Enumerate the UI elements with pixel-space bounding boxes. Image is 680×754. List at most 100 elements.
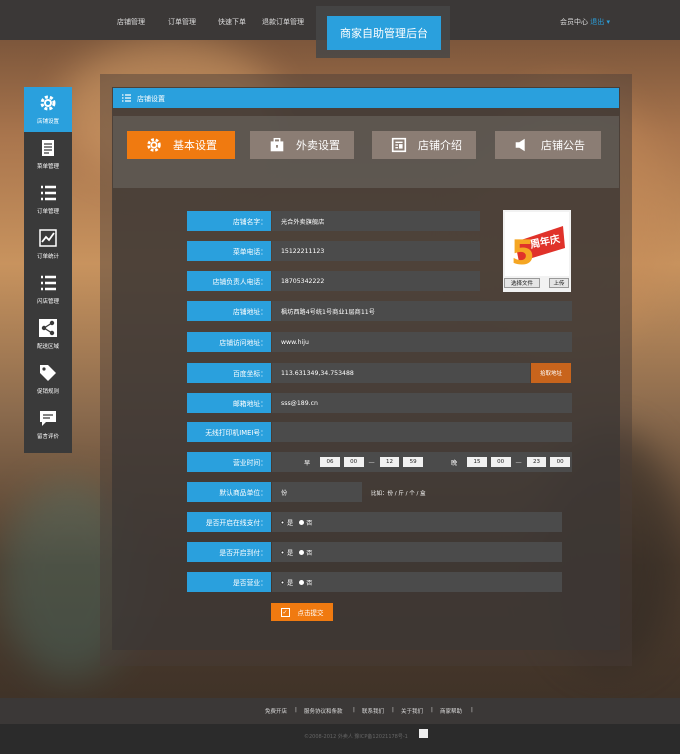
morning-end-hour[interactable]: 12 [379, 457, 400, 467]
url-input[interactable]: www.hiju [272, 332, 572, 352]
open-options: 是 否 [272, 572, 562, 592]
list-icon [122, 94, 131, 102]
radio-label: 是 [287, 519, 294, 527]
footer-link-contact[interactable]: 联系我们 [362, 707, 384, 715]
tab-label: 基本设置 [173, 139, 217, 152]
label-email: 邮箱地址： [187, 393, 271, 413]
label-manager-phone: 店铺负责人电话： [187, 271, 271, 291]
footer-link-open-store[interactable]: 免费开店 [265, 707, 287, 715]
sidebar-item-menu[interactable]: 菜单管理 [24, 132, 72, 177]
list-icon [41, 185, 56, 201]
certificate-icon[interactable] [419, 729, 428, 738]
store-name-input[interactable]: 光合外卖旗舰店 [272, 211, 480, 231]
chevron-down-icon[interactable]: ▾ [606, 18, 610, 26]
sidebar-item-label: 留言评价 [36, 434, 59, 440]
morning-start-minute[interactable]: 00 [343, 457, 364, 467]
footer-divider: | [295, 707, 297, 713]
radio-dot [299, 519, 305, 525]
sidebar-item-order-stats[interactable]: 订单统计 [24, 222, 72, 267]
footer-divider: | [353, 707, 355, 713]
tab-delivery-settings[interactable]: 外卖设置 [250, 131, 354, 159]
member-center[interactable]: 会员中心 退出 ▾ [560, 17, 610, 27]
nav-order-manage[interactable]: 订单管理 [168, 17, 196, 27]
radio-dot [280, 519, 285, 525]
sidebar-item-flash-store[interactable]: 闪店管理 [24, 267, 72, 312]
document-icon [42, 140, 54, 156]
choose-file-button[interactable]: 选择文件 [504, 278, 540, 288]
phone-input[interactable]: 15122211123 [272, 241, 480, 261]
sidebar-item-label: 配送区域 [36, 344, 59, 350]
open-yes-radio[interactable]: 是 [280, 578, 293, 587]
sidebar-item-orders[interactable]: 订单管理 [24, 177, 72, 222]
label-coords: 百度坐标： [187, 363, 271, 383]
footer-link-about[interactable]: 关于我们 [401, 707, 423, 715]
unit-input[interactable]: 份 [272, 482, 362, 502]
manager-phone-input[interactable]: 18705342222 [272, 271, 480, 291]
address-input[interactable]: 枫坊西路4号统1号商业1层商11号 [272, 301, 572, 321]
copyright-text: ©2008-2012 外卖人 豫ICP备12021178号-1 [304, 734, 408, 740]
footer-link-terms[interactable]: 服务协议和条款 [304, 707, 343, 715]
morning-end-minute[interactable]: 59 [403, 457, 423, 467]
morning-label: 早 [304, 459, 311, 467]
radio-label: 否 [306, 579, 313, 587]
member-center-label[interactable]: 会员中心 [560, 18, 588, 26]
evening-start-hour[interactable]: 15 [467, 457, 487, 467]
tab-label: 外卖设置 [296, 139, 340, 152]
sidebar-item-label: 订单统计 [36, 254, 59, 260]
tab-basic-settings[interactable]: 基本设置 [127, 131, 235, 159]
tab-store-notice[interactable]: 店铺公告 [495, 131, 601, 159]
nav-store-manage[interactable]: 店铺管理 [117, 17, 145, 27]
evening-end-minute[interactable]: 00 [550, 457, 570, 467]
sidebar-item-label: 菜单管理 [36, 164, 59, 170]
submit-button[interactable]: ✓ 点击提交 [271, 603, 333, 621]
sidebar-item-delivery-area[interactable]: 配送区域 [24, 312, 72, 357]
unit-hint: 比如：份 / 斤 / 个 / 盒 [371, 491, 426, 497]
list-icon [41, 275, 56, 291]
tab-label: 店铺介绍 [418, 139, 462, 152]
radio-dot [280, 549, 285, 555]
tab-store-intro[interactable]: 店铺介绍 [372, 131, 476, 159]
time-separator: — [515, 458, 522, 466]
gear-icon [40, 95, 56, 111]
cod-no-radio[interactable]: 否 [299, 548, 312, 557]
line-chart-icon [39, 229, 57, 247]
logout-link[interactable]: 退出 [590, 18, 604, 26]
radio-dot [299, 579, 305, 585]
sidebar-item-reviews[interactable]: 留言评价 [24, 402, 72, 447]
document-icon [391, 137, 407, 153]
cod-yes-radio[interactable]: 是 [280, 548, 293, 557]
evening-end-hour[interactable]: 23 [526, 457, 547, 467]
sidebar-item-label: 促销规则 [36, 389, 59, 395]
label-hours: 营业时间： [187, 452, 271, 472]
label-open: 是否营业： [187, 572, 271, 592]
pick-location-button[interactable]: 拾取地址 [531, 363, 571, 383]
sidebar: 店铺设置 菜单管理 订单管理 订单统计 闪店管理 配送区域 促销规则 留言评价 [24, 87, 72, 453]
open-no-radio[interactable]: 否 [299, 578, 312, 587]
evening-label: 晚 [451, 459, 458, 467]
footer-link-help[interactable]: 商家帮助 [440, 707, 462, 715]
brand-title: 商家自助管理后台 [327, 16, 441, 50]
nav-refund-manage[interactable]: 退款订单管理 [262, 17, 304, 27]
online-pay-options: 是 否 [272, 512, 562, 532]
morning-start-hour[interactable]: 06 [320, 457, 340, 467]
footer-divider: | [431, 707, 433, 713]
sidebar-item-store-settings[interactable]: 店铺设置 [24, 87, 72, 132]
submit-label: 点击提交 [297, 609, 324, 617]
tab-label: 店铺公告 [541, 139, 585, 152]
speaker-icon [515, 138, 525, 152]
panel-header [113, 88, 619, 108]
evening-start-minute[interactable]: 00 [490, 457, 511, 467]
business-hours: 早 06 00 — 12 59 晚 15 00 — 23 00 [272, 452, 572, 472]
radio-label: 否 [306, 519, 313, 527]
sidebar-item-label: 店铺设置 [36, 119, 59, 125]
coords-input[interactable]: 113.631349,34.753488 [272, 363, 530, 383]
nav-quick-order[interactable]: 快速下单 [218, 17, 246, 27]
upload-button[interactable]: 上传 [549, 278, 569, 288]
radio-dot [280, 579, 285, 585]
sidebar-item-label: 订单管理 [36, 209, 59, 215]
email-input[interactable]: sss@189.cn [272, 393, 572, 413]
online-pay-no-radio[interactable]: 否 [299, 518, 312, 527]
printer-imei-input[interactable] [272, 422, 572, 442]
online-pay-yes-radio[interactable]: 是 [280, 518, 293, 527]
sidebar-item-promotions[interactable]: 促销规则 [24, 357, 72, 402]
